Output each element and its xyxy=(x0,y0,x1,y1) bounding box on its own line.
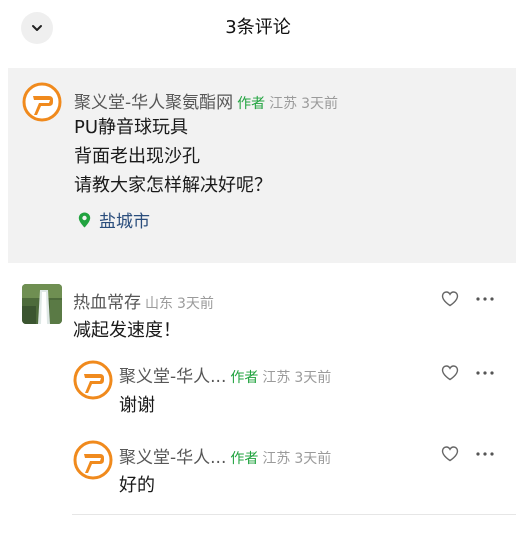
post-region: 江苏 xyxy=(269,96,298,112)
location-pin-icon xyxy=(78,212,91,227)
more-options-icon[interactable] xyxy=(475,451,495,457)
reply-text[interactable]: 好的 xyxy=(119,471,155,497)
original-post: 聚义堂-华人聚氨酯网 作者 江苏 3天前 PU静音球玩具 背面老出现沙孔 请教大家怎样… xyxy=(8,68,516,263)
reply-author-avatar[interactable] xyxy=(73,360,113,400)
post-content: PU静音球玩具 背面老出现沙孔 请教大家怎样解决好呢？ xyxy=(74,113,272,200)
author-avatar[interactable] xyxy=(22,82,62,122)
reply-author-name[interactable]: 聚义堂-华人... xyxy=(119,367,226,387)
post-line: 请教大家怎样解决好呢？ xyxy=(74,175,272,196)
reply-author-name[interactable]: 聚义堂-华人... xyxy=(119,448,226,468)
more-options-icon[interactable] xyxy=(475,370,495,376)
heart-icon[interactable] xyxy=(441,445,459,463)
reply-author-line: 聚义堂-华人... 作者 江苏 3天前 xyxy=(119,443,331,468)
comment-author-name[interactable]: 热血常存 xyxy=(73,293,141,313)
comments-header: 3条评论 xyxy=(0,0,516,60)
post-line: 背面老出现沙孔 xyxy=(74,146,200,167)
divider xyxy=(72,514,516,515)
post-line: PU静音球玩具 xyxy=(74,117,189,138)
comment-author-line: 热血常存 山东 3天前 xyxy=(73,288,214,313)
comment-region: 山东 xyxy=(145,296,173,312)
more-options-icon[interactable] xyxy=(475,296,495,302)
commenter-avatar[interactable] xyxy=(22,284,62,324)
post-time: 3天前 xyxy=(301,96,339,112)
post-author-name[interactable]: 聚义堂-华人聚氨酯网 xyxy=(74,93,233,113)
reply-time: 3天前 xyxy=(294,370,332,386)
reply-region: 江苏 xyxy=(262,370,291,386)
heart-icon[interactable] xyxy=(441,290,459,308)
post-location[interactable]: 盐城市 xyxy=(78,207,150,232)
reply-time: 3天前 xyxy=(294,451,332,467)
location-label: 盐城市 xyxy=(99,212,150,232)
comment-time: 3天前 xyxy=(177,296,214,312)
reply-author-avatar[interactable] xyxy=(73,440,113,480)
reply-author-line: 聚义堂-华人... 作者 江苏 3天前 xyxy=(119,362,331,387)
reply-region: 江苏 xyxy=(262,451,291,467)
heart-icon[interactable] xyxy=(441,364,459,382)
waterfall-photo xyxy=(22,284,62,324)
page-title: 3条评论 xyxy=(225,17,291,38)
author-tag: 作者 xyxy=(237,96,266,112)
reply-text[interactable]: 谢谢 xyxy=(119,391,155,417)
author-tag: 作者 xyxy=(230,370,259,386)
post-author-line: 聚义堂-华人聚氨酯网 作者 江苏 3天前 xyxy=(74,88,338,113)
author-tag: 作者 xyxy=(230,451,259,467)
comment-text[interactable]: 减起发速度！ xyxy=(73,316,181,342)
